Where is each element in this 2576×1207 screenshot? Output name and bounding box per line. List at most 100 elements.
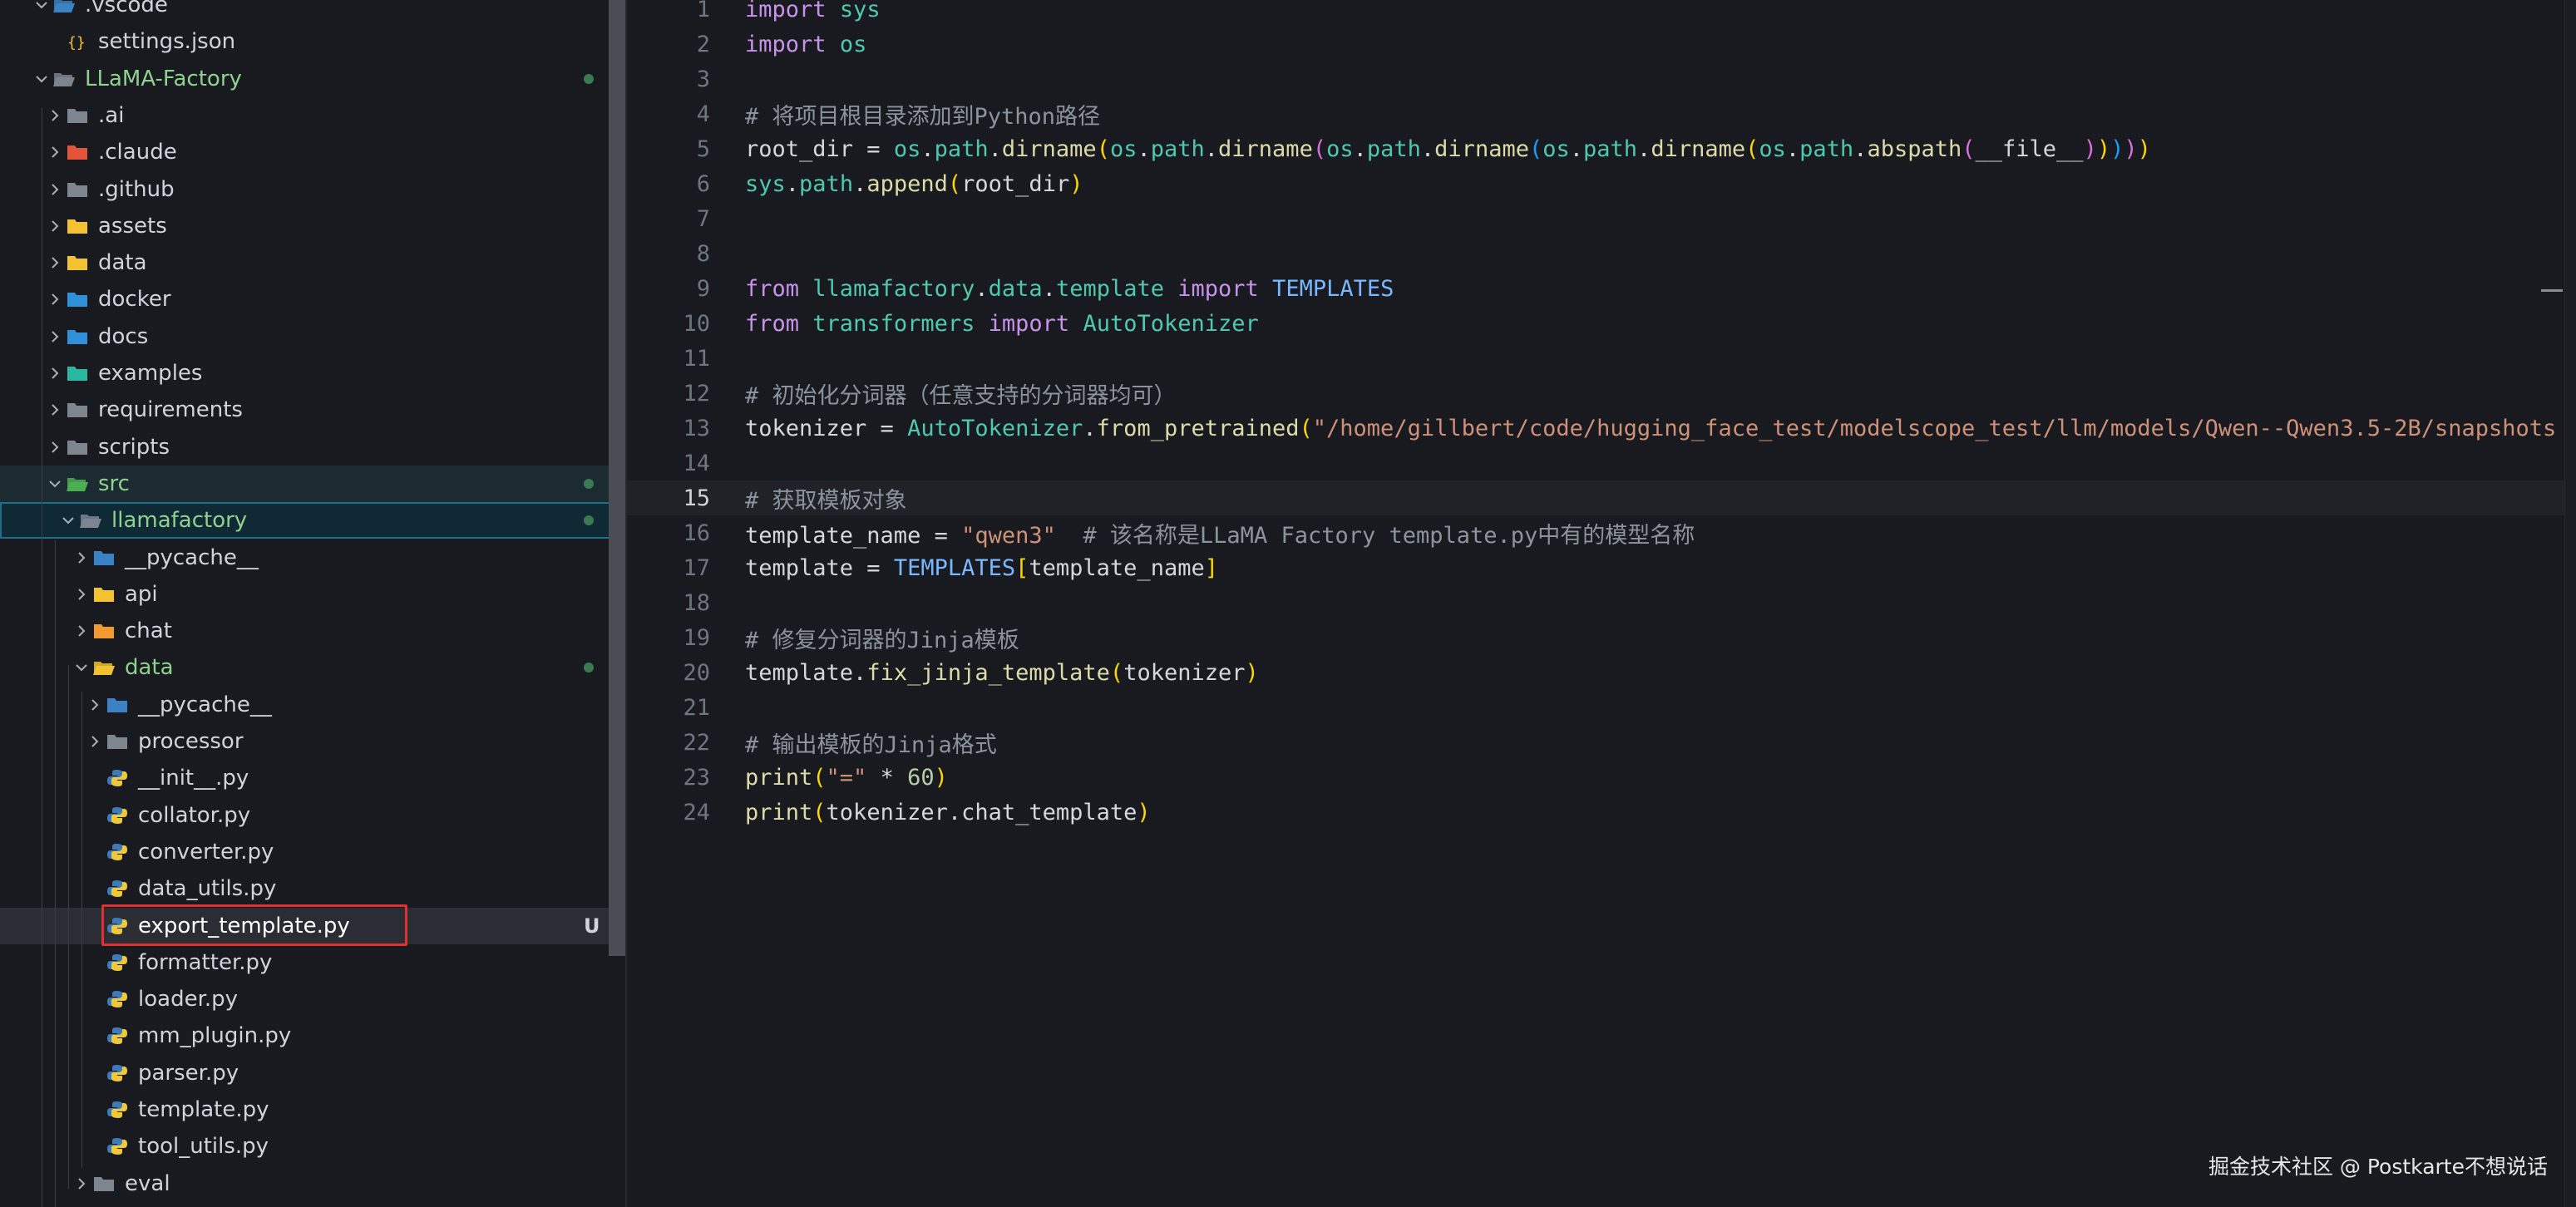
folder-open-icon xyxy=(52,61,76,97)
chevron-right-icon[interactable] xyxy=(45,208,65,244)
chevron-right-icon[interactable] xyxy=(45,429,65,466)
github-folder-icon xyxy=(65,171,90,208)
tree-item-llamafactory-folder[interactable]: llamafactory xyxy=(0,502,615,539)
tree-item-requirements-folder[interactable]: requirements xyxy=(0,392,615,428)
tree-item-label: examples xyxy=(98,361,203,386)
code-line[interactable]: 2 import os xyxy=(627,27,2564,62)
line-number: 4 xyxy=(696,101,710,127)
code-line[interactable]: 17 template = TEMPLATES[template_name] xyxy=(627,550,2564,585)
tree-item-mm-plugin-py[interactable]: mm_plugin.py xyxy=(0,1017,615,1054)
code-token: tokenizer = xyxy=(745,415,908,441)
tree-item-label: .ai xyxy=(98,102,125,128)
code-line[interactable]: 11 xyxy=(627,341,2564,376)
tree-item-data-folder[interactable]: data xyxy=(0,649,615,686)
chevron-down-icon[interactable] xyxy=(32,0,52,23)
code-line[interactable]: 6 sys.path.append(root_dir) xyxy=(627,166,2564,201)
code-line[interactable]: 15 # 获取模板对象 xyxy=(627,480,2564,515)
tree-item-claude-folder[interactable]: .claude xyxy=(0,134,615,170)
tree-item-eval-folder[interactable]: eval xyxy=(0,1165,615,1202)
code-token: ) xyxy=(1137,799,1151,825)
code-line[interactable]: 19 # 修复分词器的Jinja模板 xyxy=(627,620,2564,655)
code-token: ( xyxy=(1962,135,1976,162)
tree-item-loader-py[interactable]: loader.py xyxy=(0,981,615,1017)
indent-guide xyxy=(81,692,82,1168)
code-line[interactable]: 14 xyxy=(627,446,2564,480)
code-line[interactable]: 7 xyxy=(627,201,2564,236)
chevron-right-icon[interactable] xyxy=(45,244,65,281)
tree-item-scripts-folder[interactable]: scripts xyxy=(0,429,615,466)
code-text: template = TEMPLATES[template_name] xyxy=(745,555,1218,581)
tree-item-ai-folder[interactable]: .ai xyxy=(0,97,615,134)
chevron-right-icon[interactable] xyxy=(45,392,65,428)
tree-item-label: .claude xyxy=(98,140,177,165)
tree-item-tool-utils-py[interactable]: tool_utils.py xyxy=(0,1128,615,1165)
code-editor[interactable]: 1 import sys 2 import os 3 4 # 将项目根目录添加到Python… xyxy=(627,0,2576,1207)
tree-item-parser-py[interactable]: parser.py xyxy=(0,1055,615,1091)
code-line[interactable]: 1 import sys xyxy=(627,0,2564,27)
code-line[interactable]: 4 # 将项目根目录添加到Python路径 xyxy=(627,96,2564,131)
tree-item-pycache-folder-2[interactable]: __pycache__ xyxy=(0,687,615,723)
chevron-right-icon[interactable] xyxy=(45,171,65,208)
tree-item-collator-py[interactable]: collator.py xyxy=(0,797,615,834)
tree-item-chat-folder[interactable]: chat xyxy=(0,613,615,649)
code-line[interactable]: 18 xyxy=(627,585,2564,620)
code-line[interactable]: 10 from transformers import AutoTokenizer xyxy=(627,306,2564,341)
chevron-right-icon[interactable] xyxy=(45,318,65,355)
code-line[interactable]: 24 print(tokenizer.chat_template) xyxy=(627,795,2564,830)
tree-item-pycache-folder-1[interactable]: __pycache__ xyxy=(0,539,615,576)
tree-item-converter-py[interactable]: converter.py xyxy=(0,834,615,870)
tree-item-processor-folder[interactable]: processor xyxy=(0,723,615,760)
code-line[interactable]: 8 xyxy=(627,236,2564,271)
chevron-right-icon[interactable] xyxy=(45,97,65,134)
line-number: 11 xyxy=(683,345,710,372)
chevron-right-icon[interactable] xyxy=(45,134,65,170)
chevron-right-icon[interactable] xyxy=(72,1165,91,1202)
tree-item-assets-folder[interactable]: assets xyxy=(0,208,615,244)
tree-item-llama-factory-folder[interactable]: LLaMA-Factory xyxy=(0,61,615,97)
tree-item-docs-folder[interactable]: docs xyxy=(0,318,615,355)
tree-item-examples-folder[interactable]: examples xyxy=(0,355,615,392)
tree-item-settings-json[interactable]: {} settings.json xyxy=(0,23,615,60)
tree-item-template-py[interactable]: template.py xyxy=(0,1091,615,1128)
chevron-right-icon[interactable] xyxy=(85,687,105,723)
tree-item-formatter-py[interactable]: formatter.py xyxy=(0,944,615,981)
code-line[interactable]: 20 template.fix_jinja_template(tokenizer) xyxy=(627,655,2564,690)
tree-item-api-folder[interactable]: api xyxy=(0,576,615,613)
tree-item-src-folder[interactable]: src xyxy=(0,465,615,502)
code-line[interactable]: 16 template_name = "qwen3" # 该名称是LLaMA Fa… xyxy=(627,515,2564,550)
chevron-right-icon[interactable] xyxy=(45,281,65,318)
code-line[interactable]: 13 tokenizer = AutoTokenizer.from_pretrai… xyxy=(627,411,2564,446)
tree-item-data-utils-py[interactable]: data_utils.py xyxy=(0,870,615,907)
code-line[interactable]: 21 xyxy=(627,690,2564,725)
explorer-scrollbar[interactable] xyxy=(609,0,625,956)
chevron-right-icon[interactable] xyxy=(85,723,105,760)
chevron-down-icon[interactable] xyxy=(72,649,91,686)
editor-scrollbar[interactable] xyxy=(2564,0,2576,1207)
tree-item-vscode-folder[interactable]: .vscode xyxy=(0,0,615,23)
code-line[interactable]: 5 root_dir = os.path.dirname(os.path.dirn… xyxy=(627,131,2564,166)
chevron-right-icon[interactable] xyxy=(72,539,91,576)
chevron-right-icon[interactable] xyxy=(72,613,91,649)
chevron-down-icon[interactable] xyxy=(32,61,52,97)
chevron-down-icon[interactable] xyxy=(45,466,65,502)
tree-item-docker-folder[interactable]: docker xyxy=(0,281,615,318)
docker-folder-icon xyxy=(65,281,90,318)
chevron-right-icon[interactable] xyxy=(45,355,65,392)
code-line[interactable]: 9 from llamafactory.data.template import … xyxy=(627,271,2564,306)
code-line[interactable]: 22 # 输出模板的Jinja格式 xyxy=(627,725,2564,760)
code-line[interactable]: 3 xyxy=(627,62,2564,96)
tree-item-github-folder[interactable]: .github xyxy=(0,171,615,208)
chevron-down-icon[interactable] xyxy=(58,502,78,539)
tree-item-label: __pycache__ xyxy=(125,544,259,570)
code-text: import sys xyxy=(745,0,881,22)
chevron-right-icon[interactable] xyxy=(72,576,91,613)
tree-item-init-py[interactable]: __init__.py xyxy=(0,760,615,796)
code-line[interactable]: 23 print("=" * 60) xyxy=(627,760,2564,795)
code-line[interactable]: 12 # 初始化分词器（任意支持的分词器均可） xyxy=(627,376,2564,411)
tree-item-data-folder-root[interactable]: data xyxy=(0,244,615,281)
